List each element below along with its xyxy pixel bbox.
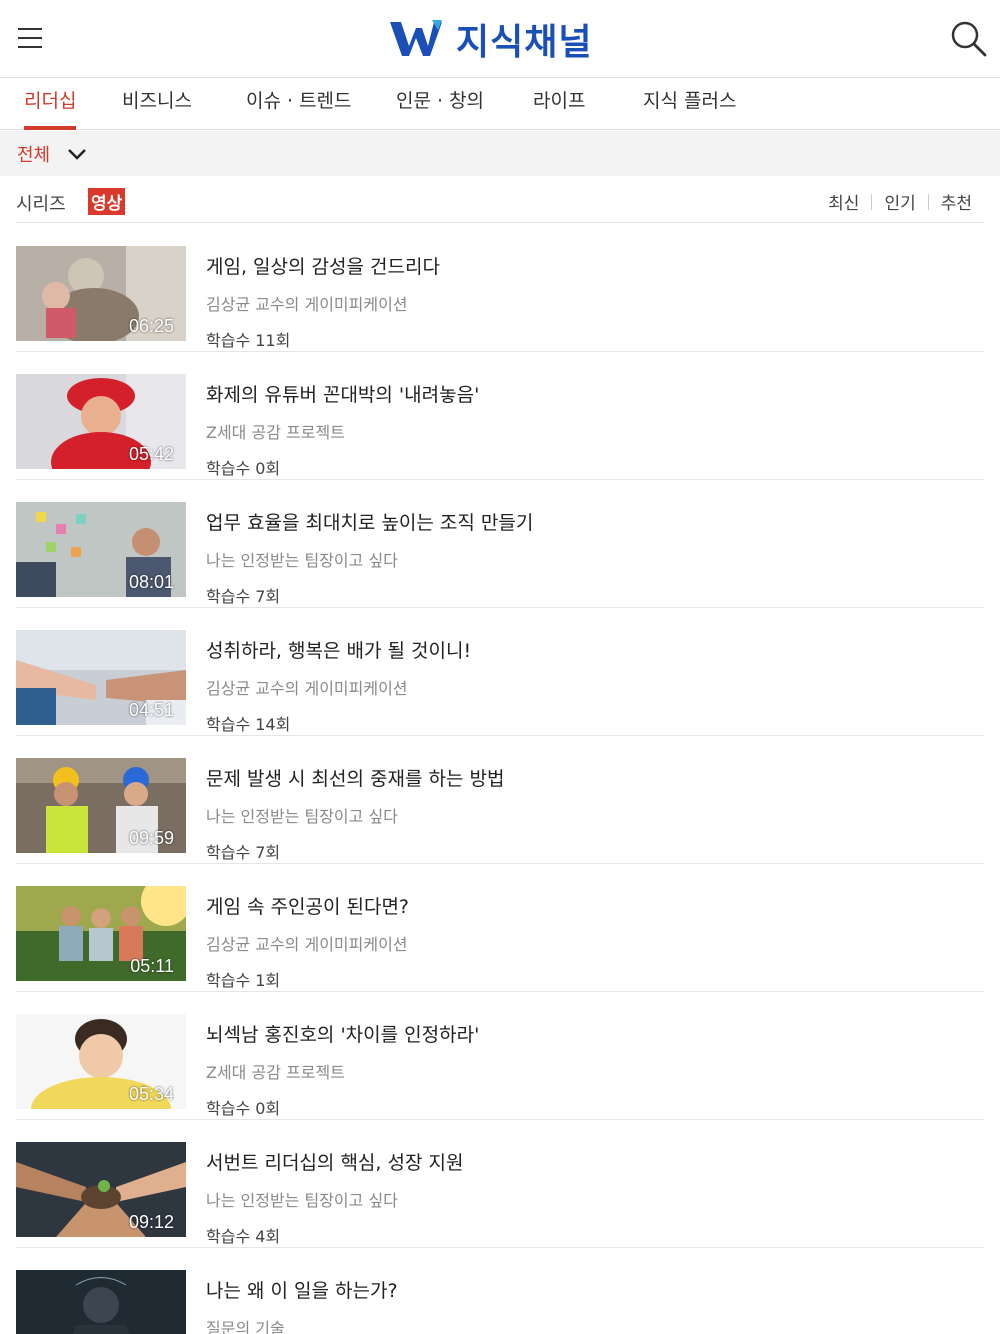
video-title[interactable]: 성취하라, 행복은 배가 될 것이니! bbox=[206, 636, 966, 663]
video-duration: 04:51 bbox=[128, 700, 174, 720]
list-item[interactable]: 04:51 성취하라, 행복은 배가 될 것이니! 김상균 교수의 게이미피케이… bbox=[16, 608, 984, 736]
divider bbox=[927, 193, 929, 210]
menu-icon[interactable] bbox=[18, 26, 42, 50]
video-title[interactable]: 서번트 리더십의 핵심, 성장 지원 bbox=[206, 1148, 966, 1175]
tab-leadership[interactable]: 리더십 bbox=[24, 78, 77, 130]
video-duration: 08:01 bbox=[128, 572, 174, 592]
series-name: Z세대 공감 프로젝트 bbox=[206, 423, 345, 442]
series-name: 나는 인정받는 팀장이고 싶다 bbox=[206, 1191, 398, 1210]
view-count: 학습수 1회 bbox=[206, 971, 281, 990]
list-item[interactable]: 06:25 게임, 일상의 감성을 건드리다 김상균 교수의 게이미피케이션 학… bbox=[16, 224, 984, 352]
view-count: 학습수 7회 bbox=[206, 843, 281, 862]
series-name: 나는 인정받는 팀장이고 싶다 bbox=[206, 807, 398, 826]
sort-popular[interactable]: 인기 bbox=[884, 189, 915, 214]
video-thumbnail[interactable]: 05:34 bbox=[16, 1014, 186, 1109]
video-thumbnail[interactable]: 05:11 bbox=[16, 886, 186, 981]
filter-dropdown[interactable]: 전체 bbox=[17, 141, 50, 167]
tab-issue-trend[interactable]: 이슈 · 트렌드 bbox=[246, 78, 352, 130]
video-title[interactable]: 업무 효율을 최대치로 높이는 조직 만들기 bbox=[206, 508, 966, 535]
video-duration: 06:25 bbox=[128, 316, 174, 336]
tab-humanities[interactable]: 인문 · 창의 bbox=[396, 78, 484, 130]
search-icon[interactable] bbox=[950, 20, 988, 58]
divider bbox=[871, 193, 873, 210]
sub-tabs: 시리즈 영상 최신 인기 추천 bbox=[16, 176, 984, 223]
view-count: 학습수 7회 bbox=[206, 587, 281, 606]
video-thumbnail[interactable]: 08:01 bbox=[16, 502, 186, 597]
video-title[interactable]: 문제 발생 시 최선의 중재를 하는 방법 bbox=[206, 764, 966, 791]
video-thumbnail[interactable]: 05:42 bbox=[16, 374, 186, 469]
sort-options: 최신 인기 추천 bbox=[828, 189, 972, 214]
list-item[interactable]: 05:34 뇌섹남 홍진호의 '차이를 인정하라' Z세대 공감 프로젝트 학습… bbox=[16, 992, 984, 1120]
video-title[interactable]: 화제의 유튜버 꼰대박의 '내려놓음' bbox=[206, 380, 966, 407]
app-header: 지식채널 bbox=[0, 0, 1000, 78]
video-thumbnail[interactable]: 04:51 bbox=[16, 630, 186, 725]
chevron-down-icon[interactable] bbox=[66, 143, 88, 165]
video-thumbnail[interactable] bbox=[16, 1270, 186, 1334]
subtab-series[interactable]: 시리즈 bbox=[16, 190, 66, 216]
list-item[interactable]: 09:59 문제 발생 시 최선의 중재를 하는 방법 나는 인정받는 팀장이고… bbox=[16, 736, 984, 864]
video-duration: 09:59 bbox=[128, 828, 174, 848]
filter-bar: 전체 bbox=[0, 131, 1000, 176]
list-item[interactable]: 05:42 화제의 유튜버 꼰대박의 '내려놓음' Z세대 공감 프로젝트 학습… bbox=[16, 352, 984, 480]
logo-mark-icon bbox=[390, 20, 442, 56]
series-name: 김상균 교수의 게이미피케이션 bbox=[206, 679, 408, 698]
video-thumbnail[interactable]: 06:25 bbox=[16, 246, 186, 341]
series-name: Z세대 공감 프로젝트 bbox=[206, 1063, 345, 1082]
view-count: 학습수 4회 bbox=[206, 1227, 281, 1246]
series-name: 나는 인정받는 팀장이고 싶다 bbox=[206, 551, 398, 570]
video-title[interactable]: 나는 왜 이 일을 하는가? bbox=[206, 1276, 966, 1303]
series-name: 김상균 교수의 게이미피케이션 bbox=[206, 935, 408, 954]
list-item[interactable]: 05:11 게임 속 주인공이 된다면? 김상균 교수의 게이미피케이션 학습수… bbox=[16, 864, 984, 992]
video-title[interactable]: 뇌섹남 홍진호의 '차이를 인정하라' bbox=[206, 1020, 966, 1047]
list-item[interactable]: 나는 왜 이 일을 하는가? 질문의 기술 bbox=[16, 1248, 984, 1334]
video-thumbnail[interactable]: 09:59 bbox=[16, 758, 186, 853]
category-tabs: 리더십 비즈니스 이슈 · 트렌드 인문 · 창의 라이프 지식 플러스 bbox=[0, 78, 1000, 130]
video-duration: 05:11 bbox=[130, 956, 174, 976]
video-duration: 05:34 bbox=[128, 1084, 174, 1104]
video-thumbnail[interactable]: 09:12 bbox=[16, 1142, 186, 1237]
subtab-video[interactable]: 영상 bbox=[88, 188, 126, 215]
video-duration: 05:42 bbox=[128, 444, 174, 464]
logo[interactable]: 지식채널 bbox=[388, 16, 593, 63]
view-count: 학습수 0회 bbox=[206, 1099, 281, 1118]
list-item[interactable]: 09:12 서번트 리더십의 핵심, 성장 지원 나는 인정받는 팀장이고 싶다… bbox=[16, 1120, 984, 1248]
sort-recommended[interactable]: 추천 bbox=[941, 189, 972, 214]
video-duration: 09:12 bbox=[128, 1212, 174, 1232]
list-item[interactable]: 08:01 업무 효율을 최대치로 높이는 조직 만들기 나는 인정받는 팀장이… bbox=[16, 480, 984, 608]
video-title[interactable]: 게임 속 주인공이 된다면? bbox=[206, 892, 966, 919]
tab-business[interactable]: 비즈니스 bbox=[122, 78, 192, 130]
sort-latest[interactable]: 최신 bbox=[828, 189, 859, 214]
view-count: 학습수 14회 bbox=[206, 715, 291, 734]
series-name: 질문의 기술 bbox=[206, 1319, 285, 1334]
view-count: 학습수 11회 bbox=[206, 331, 291, 350]
view-count: 학습수 0회 bbox=[206, 459, 281, 478]
video-title[interactable]: 게임, 일상의 감성을 건드리다 bbox=[206, 252, 966, 279]
tab-knowledge-plus[interactable]: 지식 플러스 bbox=[643, 78, 736, 130]
series-name: 김상균 교수의 게이미피케이션 bbox=[206, 295, 408, 314]
tab-life[interactable]: 라이프 bbox=[533, 78, 585, 130]
logo-text: 지식채널 bbox=[456, 22, 593, 63]
